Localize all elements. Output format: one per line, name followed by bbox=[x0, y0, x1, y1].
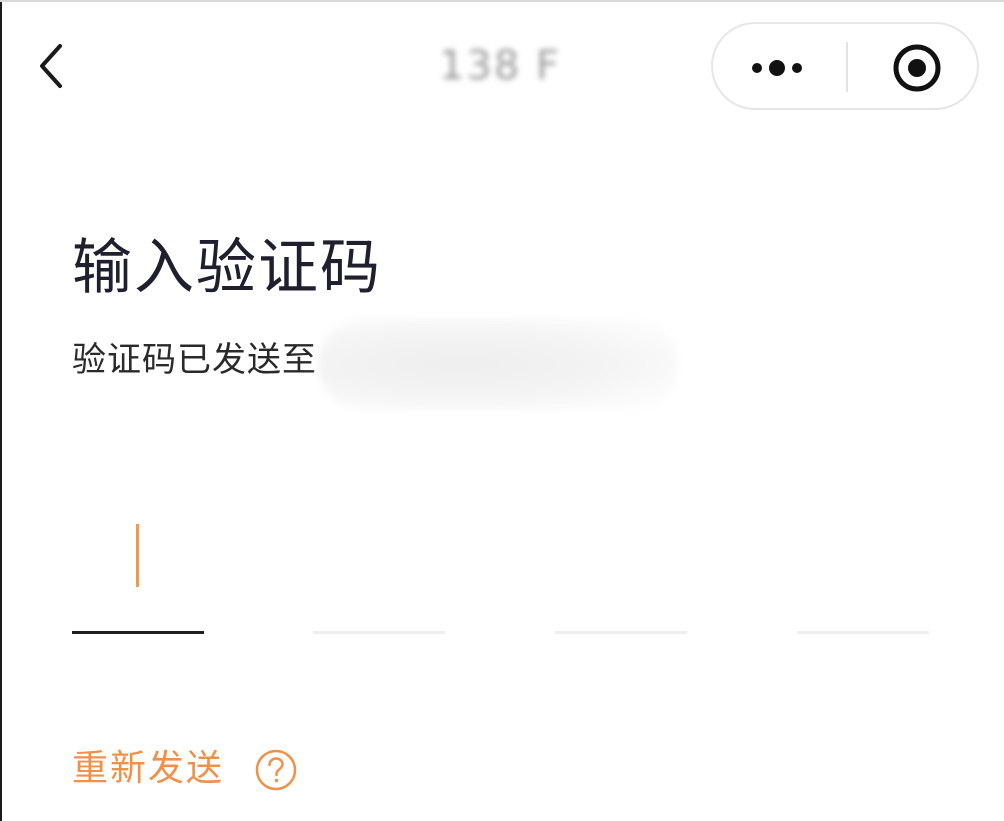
page-title: 输入验证码 bbox=[72, 233, 382, 303]
redacted-phone-number bbox=[318, 318, 678, 410]
more-dots-icon bbox=[752, 60, 802, 76]
question-circle-icon bbox=[255, 749, 297, 791]
capsule-divider bbox=[846, 42, 848, 92]
code-input-underline bbox=[72, 631, 204, 634]
more-button[interactable] bbox=[713, 24, 845, 108]
code-input-3[interactable] bbox=[555, 500, 687, 640]
help-button[interactable] bbox=[254, 748, 298, 792]
code-input-underline bbox=[313, 631, 445, 634]
text-caret bbox=[136, 524, 139, 587]
window-top-edge bbox=[0, 0, 1004, 2]
target-close-icon bbox=[893, 44, 941, 92]
back-button[interactable] bbox=[30, 38, 74, 94]
code-input-underline bbox=[797, 631, 929, 634]
nav-title: 138 F bbox=[438, 43, 562, 89]
close-miniprogram-button[interactable] bbox=[849, 24, 977, 108]
resend-button[interactable]: 重新发送 bbox=[72, 744, 224, 794]
code-input-2[interactable] bbox=[313, 500, 445, 640]
chevron-left-icon bbox=[40, 44, 62, 88]
miniprogram-capsule bbox=[711, 22, 979, 110]
code-sent-to-label: 验证码已发送至 bbox=[72, 340, 317, 380]
code-input-4[interactable] bbox=[797, 500, 929, 640]
code-input-1[interactable] bbox=[72, 500, 204, 640]
window-left-edge bbox=[0, 0, 2, 821]
code-input-underline bbox=[555, 631, 687, 634]
